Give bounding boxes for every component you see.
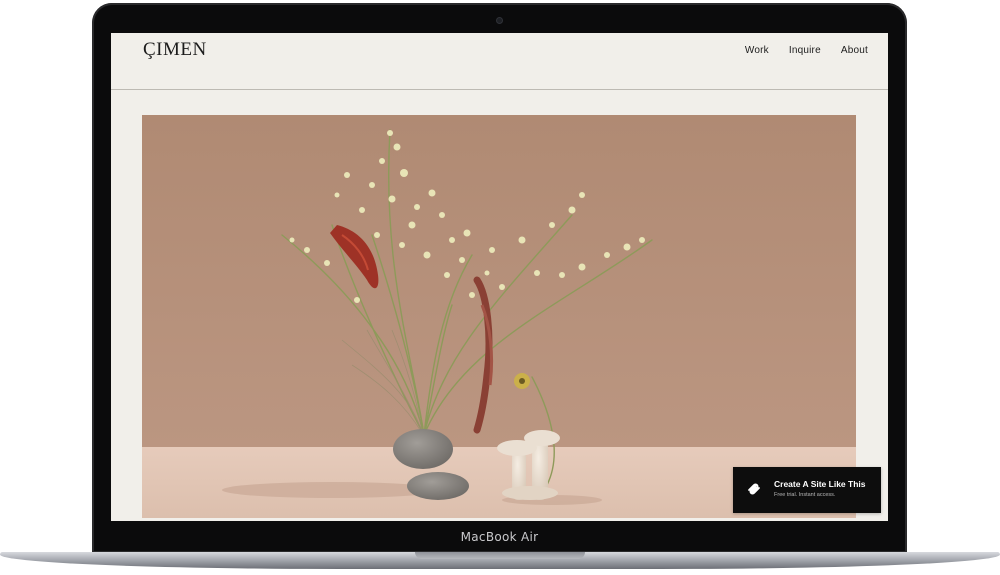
- hero-image: [142, 115, 856, 518]
- badge-title: Create A Site Like This: [774, 479, 866, 489]
- device-label: MacBook Air: [460, 530, 539, 544]
- laptop-lid: ÇIMEN Work Inquire About Create A Site L…: [92, 3, 907, 553]
- site-header: ÇIMEN Work Inquire About: [111, 33, 888, 90]
- nav-link-inquire[interactable]: Inquire: [789, 45, 821, 56]
- browser-screen: ÇIMEN Work Inquire About Create A Site L…: [111, 33, 888, 521]
- create-site-badge[interactable]: Create A Site Like This Free trial. Inst…: [733, 467, 881, 513]
- main-nav: Work Inquire About: [745, 45, 868, 56]
- site-logo[interactable]: ÇIMEN: [143, 39, 207, 61]
- camera-icon: [497, 18, 502, 23]
- laptop-chin: MacBook Air: [92, 521, 907, 553]
- nav-link-work[interactable]: Work: [745, 45, 769, 56]
- squarespace-logo-icon: [748, 483, 760, 495]
- laptop-notch: [415, 552, 585, 559]
- nav-link-about[interactable]: About: [841, 45, 868, 56]
- flower-arrangement-photo: [142, 115, 856, 518]
- badge-subtitle: Free trial. Instant access.: [774, 492, 836, 498]
